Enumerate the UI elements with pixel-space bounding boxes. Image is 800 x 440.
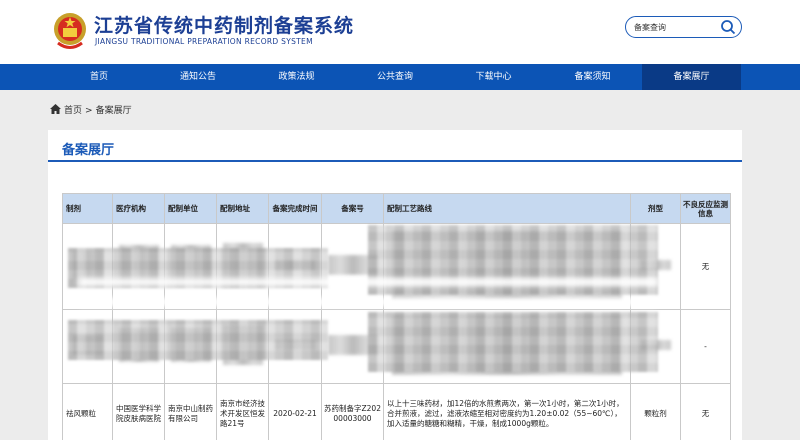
cell-adverse: 无 [680, 383, 731, 440]
panel-title: 备案展厅 [62, 143, 115, 158]
cell-date: 2020-02-21 [268, 383, 322, 440]
col-header-record-no: 备案号 [321, 193, 384, 224]
cell-adverse: - [680, 309, 731, 384]
col-header-adverse: 不良反应监测信息 [680, 193, 731, 224]
col-header-address: 配制地址 [216, 193, 269, 224]
breadcrumb-current: 备案展厅 [95, 106, 132, 116]
nav-item-record-guide[interactable]: 备案须知 [543, 64, 642, 90]
nav-item-downloads[interactable]: 下载中心 [444, 64, 543, 90]
cell-record-no: 苏药制备字Z20200003000 [321, 383, 384, 440]
col-header-institution: 医疗机构 [112, 193, 165, 224]
col-header-form: 剂型 [630, 193, 681, 224]
cell-adverse: 无 [680, 223, 731, 310]
col-header-unit: 配制单位 [164, 193, 217, 224]
nav-item-public-query[interactable]: 公共查询 [346, 64, 444, 90]
cell-name: 祛风颗粒 [62, 383, 113, 440]
home-icon [50, 104, 61, 114]
redaction-smear [78, 278, 658, 286]
redaction-smear [78, 298, 658, 306]
panel-divider [48, 160, 742, 162]
breadcrumb-home-link[interactable]: 首页 [64, 106, 82, 116]
cell-address: 南京市经济技术开发区恒发路21号 [216, 383, 269, 440]
nav-item-home[interactable]: 首页 [49, 64, 149, 90]
col-header-preparation: 制剂 [62, 193, 113, 224]
breadcrumb-separator: > [85, 106, 93, 116]
site-title: 江苏省传统中药制剂备案系统 [94, 15, 355, 37]
site-subtitle: JIANGSU TRADITIONAL PREPARATION RECORD S… [95, 37, 313, 46]
search-box [625, 16, 742, 38]
search-icon[interactable] [720, 19, 736, 35]
cell-institution: 中国医学科学院皮肤病医院 [112, 383, 165, 440]
nav-item-policies[interactable]: 政策法规 [247, 64, 346, 90]
national-emblem-icon [54, 13, 86, 49]
col-header-date: 备案完成时间 [268, 193, 322, 224]
content-panel: 备案展厅 制剂 医疗机构 配制单位 配制地址 备案完成时间 备案号 配制工艺路线… [48, 130, 742, 440]
redaction-mosaic [368, 312, 658, 372]
main-nav: 首页 通知公告 政策法规 公共查询 下载中心 备案须知 备案展厅 [0, 64, 800, 90]
nav-item-record-hall[interactable]: 备案展厅 [642, 64, 741, 90]
table-header-row: 制剂 医疗机构 配制单位 配制地址 备案完成时间 备案号 配制工艺路线 剂型 不… [62, 193, 731, 224]
col-header-process: 配制工艺路线 [383, 193, 631, 224]
cell-process: 以上十三味药材，加12倍的水煎煮两次，第一次1小时，第二次1小时，合并煎液，滤过… [383, 383, 631, 440]
nav-item-notices[interactable]: 通知公告 [149, 64, 247, 90]
search-input[interactable] [634, 20, 718, 35]
redaction-mosaic [68, 320, 328, 360]
cell-form: 颗粒剂 [630, 383, 681, 440]
cell-unit: 南京中山制药有限公司 [164, 383, 217, 440]
site-header: 江苏省传统中药制剂备案系统 JIANGSU TRADITIONAL PREPAR… [0, 0, 800, 64]
table-row: 祛风颗粒 中国医学科学院皮肤病医院 南京中山制药有限公司 南京市经济技术开发区恒… [62, 383, 731, 440]
breadcrumb: 首页 > 备案展厅 [50, 103, 132, 116]
